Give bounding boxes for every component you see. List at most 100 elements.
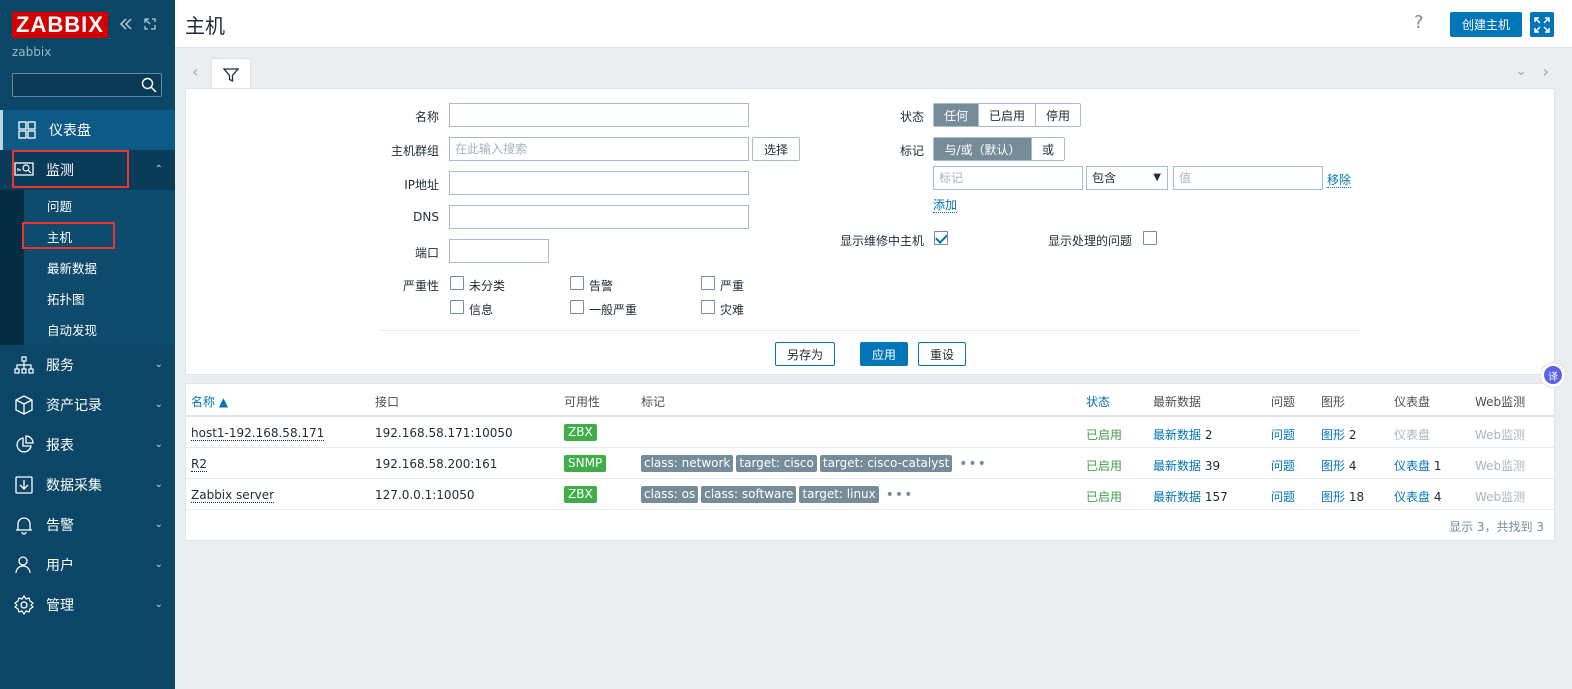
graphs-link[interactable]: 图形 (1321, 459, 1345, 473)
name-input[interactable] (449, 103, 749, 127)
hostgroup-input[interactable] (449, 137, 749, 161)
search-icon[interactable] (141, 77, 157, 96)
submenu-discovery[interactable]: 自动发现 (24, 314, 175, 345)
host-interface: 192.168.58.200:161 (375, 457, 498, 471)
save-as-button[interactable]: 另存为 (775, 342, 835, 366)
tag-badge[interactable]: target: linux (799, 486, 879, 503)
severity-average-checkbox[interactable] (570, 300, 584, 314)
ip-input[interactable] (449, 171, 749, 195)
latest-data-link[interactable]: 最新数据 (1153, 459, 1201, 473)
graphs-link[interactable]: 图形 (1321, 428, 1345, 442)
remove-tag-link[interactable]: 移除 (1327, 171, 1352, 188)
availability-badge[interactable]: ZBX (564, 424, 597, 441)
host-name-link[interactable]: R2 (191, 457, 207, 472)
host-name-link[interactable]: host1-192.168.58.171 (191, 426, 325, 441)
more-tags-icon[interactable]: ••• (959, 456, 987, 472)
more-tags-icon[interactable]: ••• (886, 487, 914, 503)
logo-row: ZABBIX (12, 12, 108, 38)
translate-button[interactable]: 译 (1540, 362, 1566, 388)
tags-or[interactable]: 或 (1032, 138, 1065, 160)
tags-operator-selector: 与/或（默认） 或 (933, 137, 1066, 161)
name-label: 名称 (414, 110, 439, 124)
problems-link[interactable]: 问题 (1271, 457, 1295, 474)
nav-services[interactable]: 服务 ⌄ (0, 345, 175, 385)
remove-tag-text[interactable]: 移除 (1327, 173, 1352, 188)
host-name-link[interactable]: Zabbix server (191, 488, 275, 503)
chevron-right-icon[interactable]: › (1543, 62, 1549, 81)
fullscreen-button[interactable] (1530, 12, 1554, 37)
severity-disaster-checkbox[interactable] (701, 300, 715, 314)
nav-users[interactable]: 用户 ⌄ (0, 545, 175, 585)
add-tag-text[interactable]: 添加 (933, 198, 958, 213)
host-name-text[interactable]: host1-192.168.58.171 (191, 426, 325, 441)
hosts-table: 名称 ▲ 接口 可用性 标记 状态 最新数据 问题 图形 仪表盘 Web监测 h… (185, 383, 1555, 541)
dashboards-link[interactable]: 仪表盘 (1394, 490, 1430, 504)
latest-data-link[interactable]: 最新数据 (1153, 428, 1201, 442)
graphs-cell: 图形 18 (1321, 488, 1364, 505)
availability-badge-cell: ZBX (564, 486, 597, 503)
tag-value-input[interactable] (1173, 166, 1323, 190)
status-any[interactable]: 任何 (934, 104, 980, 126)
submenu-problems[interactable]: 问题 (24, 190, 175, 221)
host-name-text[interactable]: R2 (191, 457, 207, 472)
host-status-link[interactable]: 已启用 (1086, 457, 1122, 474)
apply-button[interactable]: 应用 (860, 342, 908, 366)
tag-name-input[interactable] (933, 166, 1083, 190)
tag-operator-select[interactable]: 包含 ▼ (1086, 166, 1168, 190)
show-suppressed-checkbox[interactable] (1143, 231, 1157, 245)
host-name-text[interactable]: Zabbix server (191, 488, 275, 503)
problems-link[interactable]: 问题 (1271, 426, 1295, 443)
sidebar-search[interactable] (12, 73, 162, 97)
status-disabled[interactable]: 停用 (1036, 104, 1081, 126)
nav-reports[interactable]: 报表 ⌄ (0, 425, 175, 465)
reset-button[interactable]: 重设 (918, 342, 966, 366)
sidebar-search-input[interactable] (13, 74, 133, 96)
host-status-link[interactable]: 已启用 (1086, 426, 1122, 443)
submenu-maps[interactable]: 拓扑图 (24, 283, 175, 314)
show-maintenance-checkbox[interactable] (934, 231, 948, 245)
table-footer-count: 显示 3，共找到 3 (1449, 520, 1544, 534)
collapse-sidebar-icon[interactable] (118, 16, 134, 32)
availability-badge[interactable]: SNMP (564, 455, 607, 472)
severity-high-checkbox[interactable] (701, 276, 715, 290)
tag-badge[interactable]: class: software (701, 486, 797, 503)
host-status-link[interactable]: 已启用 (1086, 488, 1122, 505)
tag-badge[interactable]: target: cisco (736, 455, 817, 472)
filter-tab[interactable] (211, 58, 251, 90)
tags-and-or[interactable]: 与/或（默认） (934, 138, 1032, 160)
tag-badge[interactable]: class: network (641, 455, 734, 472)
port-input[interactable] (449, 239, 549, 263)
chevron-left-icon[interactable]: ‹ (192, 62, 198, 81)
table-row: Zabbix server 127.0.0.1:10050 ZBX class:… (186, 479, 1554, 510)
chevron-down-icon: ⌄ (154, 559, 163, 570)
tag-badge[interactable]: class: os (641, 486, 699, 503)
add-tag-link[interactable]: 添加 (933, 196, 958, 213)
latest-data-link[interactable]: 最新数据 (1153, 490, 1201, 504)
problems-link[interactable]: 问题 (1271, 488, 1295, 505)
zabbix-logo[interactable]: ZABBIX (12, 12, 108, 38)
chevron-down-icon[interactable]: ⌄ (1515, 63, 1527, 79)
create-host-button[interactable]: 创建主机 (1450, 12, 1522, 37)
col-status-header[interactable]: 状态 (1086, 393, 1110, 410)
severity-not-classified-checkbox[interactable] (450, 276, 464, 290)
kiosk-mode-icon[interactable] (142, 16, 158, 32)
col-name-header[interactable]: 名称 ▲ (191, 393, 228, 410)
help-icon[interactable]: ? (1414, 12, 1424, 33)
severity-warning-checkbox[interactable] (570, 276, 584, 290)
availability-badge[interactable]: ZBX (564, 486, 597, 503)
web-monitoring-text: Web监测 (1475, 490, 1526, 504)
tag-badge[interactable]: target: cisco-catalyst (819, 455, 953, 472)
graphs-link[interactable]: 图形 (1321, 490, 1345, 504)
status-enabled[interactable]: 已启用 (979, 104, 1037, 126)
select-hostgroup-button[interactable]: 选择 (752, 137, 800, 161)
nav-inventory[interactable]: 资产记录 ⌄ (0, 385, 175, 425)
dns-input[interactable] (449, 205, 749, 229)
nav-dashboard[interactable]: 仪表盘 (0, 110, 175, 150)
nav-administration[interactable]: 管理 ⌄ (0, 585, 175, 625)
nav-alerts[interactable]: 告警 ⌄ (0, 505, 175, 545)
nav-data-collection[interactable]: 数据采集 ⌄ (0, 465, 175, 505)
severity-information-checkbox[interactable] (450, 300, 464, 314)
submenu-latest-data[interactable]: 最新数据 (24, 252, 175, 283)
dashboards-link[interactable]: 仪表盘 (1394, 459, 1430, 473)
latest-data-cell: 最新数据 157 (1153, 488, 1228, 505)
